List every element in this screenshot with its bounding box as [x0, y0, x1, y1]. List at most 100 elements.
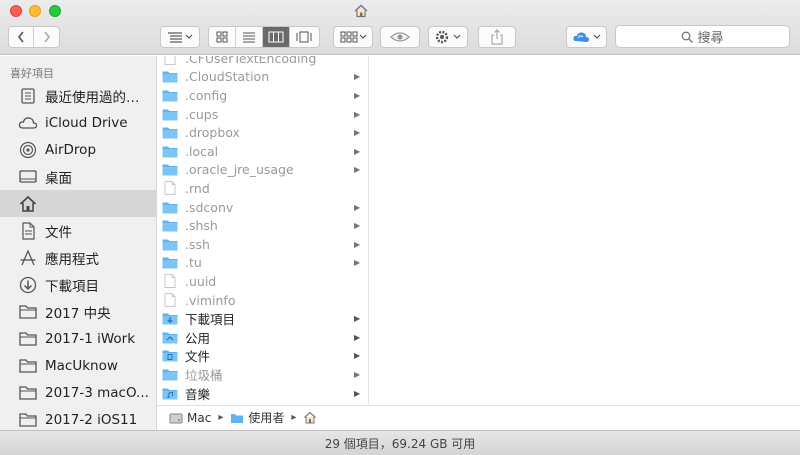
gear-icon: [435, 30, 461, 44]
sync-button[interactable]: [566, 26, 607, 48]
list-item[interactable]: .sdconv ▶: [157, 198, 368, 217]
disclosure-arrow-icon: ▶: [354, 351, 361, 361]
arrange-button[interactable]: [160, 26, 200, 48]
list-item[interactable]: 文件 ▶: [157, 347, 368, 366]
disclosure-arrow-icon: ▶: [354, 128, 361, 138]
sidebar-item-label: 2017 中央: [45, 305, 111, 322]
applications-icon: [18, 248, 38, 268]
list-item[interactable]: 下載項目 ▶: [157, 309, 368, 328]
path-separator: ▸: [291, 412, 297, 423]
list-item-label: 垃圾桶: [185, 367, 223, 383]
list-item[interactable]: .oracle_jre_usage ▶: [157, 161, 368, 180]
list-item[interactable]: .tu ▶: [157, 254, 368, 273]
action-button[interactable]: [428, 26, 468, 48]
group-icon: [340, 31, 367, 43]
disclosure-arrow-icon: ▶: [354, 332, 361, 342]
list-item[interactable]: .ssh ▶: [157, 235, 368, 254]
path-item-users[interactable]: 使用者: [248, 409, 284, 426]
list-item[interactable]: 音樂 ▶: [157, 384, 368, 403]
list-item-label: 公用: [185, 330, 211, 346]
disclosure-arrow-icon: ▶: [354, 90, 361, 100]
list-item[interactable]: .rnd: [157, 179, 368, 198]
sidebar-item-label: 最近使用過的…: [45, 89, 140, 106]
list-item-label: 下載項目: [185, 312, 236, 328]
folder-icon: [18, 302, 38, 322]
home-icon: [354, 4, 368, 18]
list-item[interactable]: .local ▶: [157, 142, 368, 161]
search-field[interactable]: 搜尋: [615, 25, 790, 48]
list-item[interactable]: .viminfo: [157, 291, 368, 310]
list-item-label: .ssh: [185, 236, 210, 252]
disclosure-arrow-icon: ▶: [354, 388, 361, 398]
folder-icon: [162, 219, 178, 233]
disclosure-arrow-icon: ▶: [354, 165, 361, 175]
list-item[interactable]: 垃圾桶 ▶: [157, 365, 368, 384]
list-item[interactable]: .CFUserTextEncoding: [157, 56, 368, 68]
column-view-button[interactable]: [263, 27, 290, 47]
chevron-left-icon: [17, 31, 24, 43]
folder-icon: [162, 330, 178, 344]
sidebar-item[interactable]: 文件: [0, 217, 156, 244]
group-button[interactable]: [333, 26, 373, 48]
grid-icon: [216, 31, 228, 43]
list-view-button[interactable]: [236, 27, 263, 47]
sidebar-item[interactable]: MacUknow: [0, 352, 156, 379]
list-item[interactable]: .CloudStation ▶: [157, 68, 368, 87]
sidebar-item[interactable]: 下載項目: [0, 271, 156, 298]
share-button[interactable]: [478, 26, 516, 48]
zoom-window-button[interactable]: [49, 5, 61, 17]
sidebar-item[interactable]: [0, 190, 156, 217]
folder-icon: [162, 200, 178, 214]
documents-icon: [18, 221, 38, 241]
list-item[interactable]: .config ▶: [157, 86, 368, 105]
forward-button[interactable]: [34, 27, 59, 47]
folder-icon: [162, 70, 178, 84]
folder-icon: [162, 367, 178, 381]
sidebar-item[interactable]: 2017-3 macO...: [0, 379, 156, 406]
list-item[interactable]: .uuid: [157, 272, 368, 291]
folder-icon: [162, 126, 178, 140]
coverflow-icon: [296, 31, 311, 43]
search-placeholder: 搜尋: [697, 31, 724, 46]
sidebar-item[interactable]: iCloud Drive: [0, 109, 156, 136]
back-button[interactable]: [9, 27, 34, 47]
share-icon: [491, 29, 503, 45]
disclosure-arrow-icon: ▶: [354, 146, 361, 156]
folder-icon: [18, 383, 38, 403]
home-icon[interactable]: [303, 411, 317, 424]
sidebar-item[interactable]: 2017-2 iOS11: [0, 406, 156, 430]
sidebar-item[interactable]: 最近使用過的…: [0, 82, 156, 109]
folder-icon: [162, 144, 178, 158]
cloud-sync-icon: [572, 32, 600, 42]
list-item[interactable]: 公用 ▶: [157, 328, 368, 347]
sidebar-item[interactable]: 2017 中央: [0, 298, 156, 325]
close-window-button[interactable]: [10, 5, 22, 17]
status-bar: 29 個項目，69.24 GB 可用: [0, 430, 800, 455]
list-item-label: .config: [185, 87, 228, 103]
list-item[interactable]: .shsh ▶: [157, 216, 368, 235]
disclosure-arrow-icon: ▶: [354, 314, 361, 324]
list-item[interactable]: .dropbox ▶: [157, 123, 368, 142]
eye-icon: [390, 32, 410, 42]
icon-view-button[interactable]: [209, 27, 236, 47]
list-item-label: .CFUserTextEncoding: [185, 56, 317, 66]
file-icon: [162, 274, 178, 289]
sidebar-item[interactable]: 應用程式: [0, 244, 156, 271]
disclosure-arrow-icon: ▶: [354, 202, 361, 212]
sidebar-item[interactable]: 2017-1 iWork: [0, 325, 156, 352]
sidebar-item-label: AirDrop: [45, 141, 97, 158]
path-separator: ▸: [218, 412, 224, 423]
status-text: 29 個項目，69.24 GB 可用: [324, 436, 476, 451]
sidebar-item[interactable]: 桌面: [0, 163, 156, 190]
list-item[interactable]: .cups ▶: [157, 105, 368, 124]
path-item-mac[interactable]: Mac: [187, 411, 211, 425]
minimize-window-button[interactable]: [29, 5, 41, 17]
disclosure-arrow-icon: ▶: [354, 239, 361, 249]
finder-window: 搜尋 喜好項目 最近使用過的… iCloud Drive AirDrop 桌面 文件 應用…: [0, 0, 800, 455]
disclosure-arrow-icon: ▶: [354, 109, 361, 119]
sidebar-item[interactable]: AirDrop: [0, 136, 156, 163]
quick-look-button[interactable]: [380, 26, 420, 48]
sidebar-item-label: 2017-1 iWork: [45, 330, 136, 347]
gallery-view-button[interactable]: [290, 27, 317, 47]
back-forward-control: [8, 26, 60, 48]
